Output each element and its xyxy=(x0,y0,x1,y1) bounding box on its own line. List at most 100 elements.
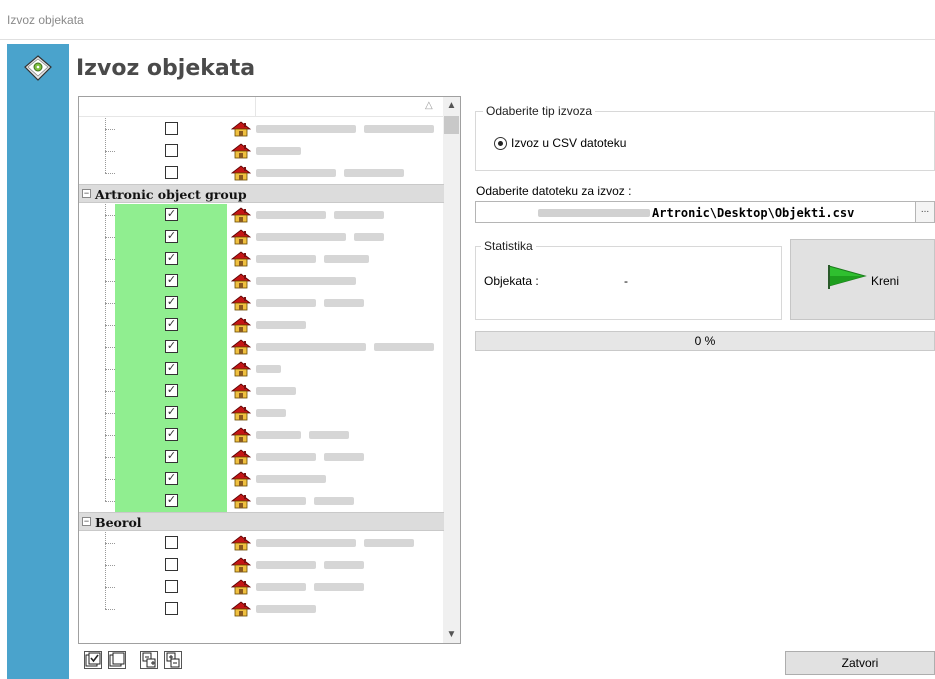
tree-connector xyxy=(105,347,115,348)
unchecked-checkbox[interactable] xyxy=(165,122,178,135)
checked-checkbox[interactable]: ✓ xyxy=(165,230,178,243)
redacted-object-name xyxy=(314,583,364,591)
tree-item-row[interactable]: ✓ xyxy=(79,292,444,314)
redacted-object-name xyxy=(256,583,306,591)
checked-checkbox[interactable]: ✓ xyxy=(165,406,178,419)
tree-item-row[interactable]: ✓ xyxy=(79,270,444,292)
unchecked-checkbox[interactable] xyxy=(165,536,178,549)
expand-all-button[interactable] xyxy=(140,651,158,669)
checked-checkbox[interactable]: ✓ xyxy=(165,450,178,463)
collapse-toggle-icon[interactable]: − xyxy=(82,517,91,526)
house-icon xyxy=(230,165,252,181)
collapse-all-icon xyxy=(166,652,180,668)
uncheck-all-icon xyxy=(109,652,125,667)
checked-checkbox[interactable]: ✓ xyxy=(165,340,178,353)
tree-connector xyxy=(105,565,115,566)
object-tree[interactable]: △ ▲ ▼ − Artronic object group ✓ ✓ ✓ ✓ ✓ ✓ ✓ ✓ ✓ ✓ ✓ ✓… xyxy=(78,96,461,644)
tree-item-row[interactable]: ✓ xyxy=(79,402,444,424)
tree-item-row[interactable] xyxy=(79,598,444,620)
unchecked-checkbox[interactable] xyxy=(165,166,178,179)
redacted-object-name xyxy=(256,561,316,569)
scroll-up-icon[interactable]: ▲ xyxy=(443,97,460,114)
checked-checkbox[interactable]: ✓ xyxy=(165,296,178,309)
house-icon xyxy=(230,295,252,311)
redacted-object-name xyxy=(309,431,349,439)
tree-column-header[interactable]: △ xyxy=(79,97,444,117)
column-separator[interactable] xyxy=(255,97,256,117)
redacted-object-name xyxy=(374,343,434,351)
tree-item-row[interactable]: ✓ xyxy=(79,446,444,468)
close-button[interactable]: Zatvori xyxy=(785,651,935,675)
unchecked-checkbox[interactable] xyxy=(165,558,178,571)
tree-item-row[interactable]: ✓ xyxy=(79,358,444,380)
start-button[interactable]: Kreni xyxy=(790,239,935,320)
redacted-object-name xyxy=(256,147,301,155)
tree-vertical-line xyxy=(105,204,106,501)
redacted-object-name xyxy=(256,233,346,241)
redacted-object-name xyxy=(324,255,369,263)
redacted-object-name xyxy=(354,233,384,241)
tree-group-row[interactable]: − Artronic object group xyxy=(79,184,444,203)
redacted-object-name xyxy=(256,605,316,613)
tree-item-row[interactable] xyxy=(79,162,444,184)
tree-item-row[interactable]: ✓ xyxy=(79,490,444,512)
tree-item-row[interactable]: ✓ xyxy=(79,314,444,336)
checked-checkbox[interactable]: ✓ xyxy=(165,494,178,507)
tree-item-row[interactable]: ✓ xyxy=(79,380,444,402)
checked-checkbox[interactable]: ✓ xyxy=(165,428,178,441)
checked-checkbox[interactable]: ✓ xyxy=(165,274,178,287)
tree-item-row[interactable] xyxy=(79,554,444,576)
tree-item-row[interactable] xyxy=(79,118,444,140)
sort-triangle-icon[interactable]: △ xyxy=(425,100,433,111)
csv-radio-label[interactable]: Izvoz u CSV datoteku xyxy=(511,136,626,150)
tree-item-row[interactable] xyxy=(79,532,444,554)
house-icon xyxy=(230,557,252,573)
tree-connector xyxy=(105,303,115,304)
check-all-button[interactable] xyxy=(84,651,102,669)
redacted-object-name xyxy=(324,299,364,307)
checked-checkbox[interactable]: ✓ xyxy=(165,318,178,331)
tree-item-row[interactable] xyxy=(79,140,444,162)
tree-connector xyxy=(105,391,115,392)
house-icon xyxy=(230,251,252,267)
unchecked-checkbox[interactable] xyxy=(165,580,178,593)
tree-group-row[interactable]: − Beorol xyxy=(79,512,444,531)
checked-checkbox[interactable]: ✓ xyxy=(165,362,178,375)
window-title: Izvoz objekata xyxy=(7,13,84,27)
collapse-all-button[interactable] xyxy=(164,651,182,669)
tree-vertical-line xyxy=(105,118,106,173)
tree-item-row[interactable]: ✓ xyxy=(79,336,444,358)
scroll-thumb[interactable] xyxy=(444,116,459,134)
objects-count-label: Objekata : xyxy=(484,274,539,288)
house-icon xyxy=(230,493,252,509)
house-icon xyxy=(230,449,252,465)
tree-item-row[interactable] xyxy=(79,576,444,598)
scroll-down-icon[interactable]: ▼ xyxy=(443,626,460,643)
browse-button[interactable]: ... xyxy=(915,202,934,222)
tree-item-row[interactable]: ✓ xyxy=(79,468,444,490)
redacted-object-name xyxy=(256,431,301,439)
redacted-object-name xyxy=(324,453,364,461)
csv-radio[interactable] xyxy=(494,137,507,150)
divider xyxy=(0,39,935,40)
tree-item-row[interactable]: ✓ xyxy=(79,204,444,226)
redacted-object-name xyxy=(256,169,336,177)
redacted-object-name xyxy=(256,125,356,133)
redacted-object-name xyxy=(314,497,354,505)
redacted-object-name xyxy=(256,387,296,395)
tree-scrollbar[interactable]: ▲ ▼ xyxy=(443,97,460,643)
checked-checkbox[interactable]: ✓ xyxy=(165,208,178,221)
checked-checkbox[interactable]: ✓ xyxy=(165,472,178,485)
checked-checkbox[interactable]: ✓ xyxy=(165,384,178,397)
collapse-toggle-icon[interactable]: − xyxy=(82,189,91,198)
unchecked-checkbox[interactable] xyxy=(165,602,178,615)
uncheck-all-button[interactable] xyxy=(108,651,126,669)
redacted-object-name xyxy=(256,277,356,285)
tree-item-row[interactable]: ✓ xyxy=(79,424,444,446)
tree-item-row[interactable]: ✓ xyxy=(79,226,444,248)
path-blurred-prefix xyxy=(538,209,650,217)
unchecked-checkbox[interactable] xyxy=(165,144,178,157)
checked-checkbox[interactable]: ✓ xyxy=(165,252,178,265)
tree-item-row[interactable]: ✓ xyxy=(79,248,444,270)
file-path-field[interactable]: Artronic\Desktop\Objekti.csv ... xyxy=(475,201,935,223)
